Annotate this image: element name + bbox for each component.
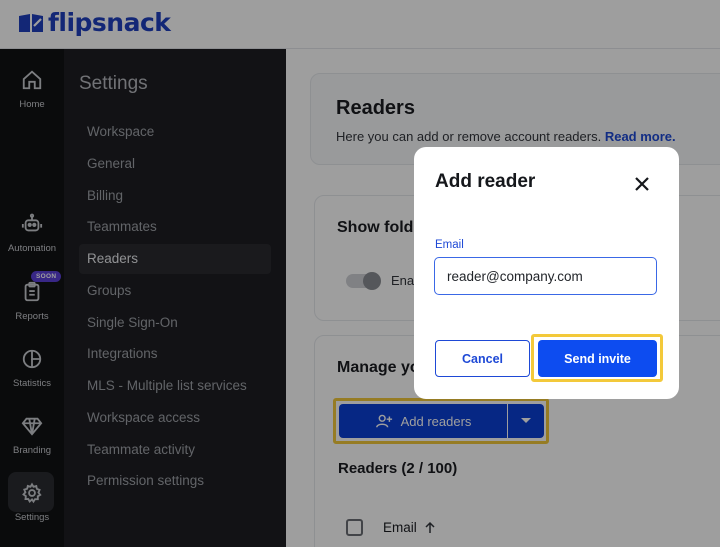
add-reader-dialog: Add reader Email Cancel Send invite (414, 147, 679, 399)
send-invite-highlight: Send invite (531, 334, 663, 382)
dialog-title: Add reader (435, 171, 536, 192)
email-field[interactable] (434, 257, 657, 295)
cancel-button[interactable]: Cancel (435, 340, 530, 377)
send-invite-button[interactable]: Send invite (538, 340, 657, 377)
email-field-label: Email (435, 239, 464, 251)
close-icon[interactable] (633, 175, 651, 193)
